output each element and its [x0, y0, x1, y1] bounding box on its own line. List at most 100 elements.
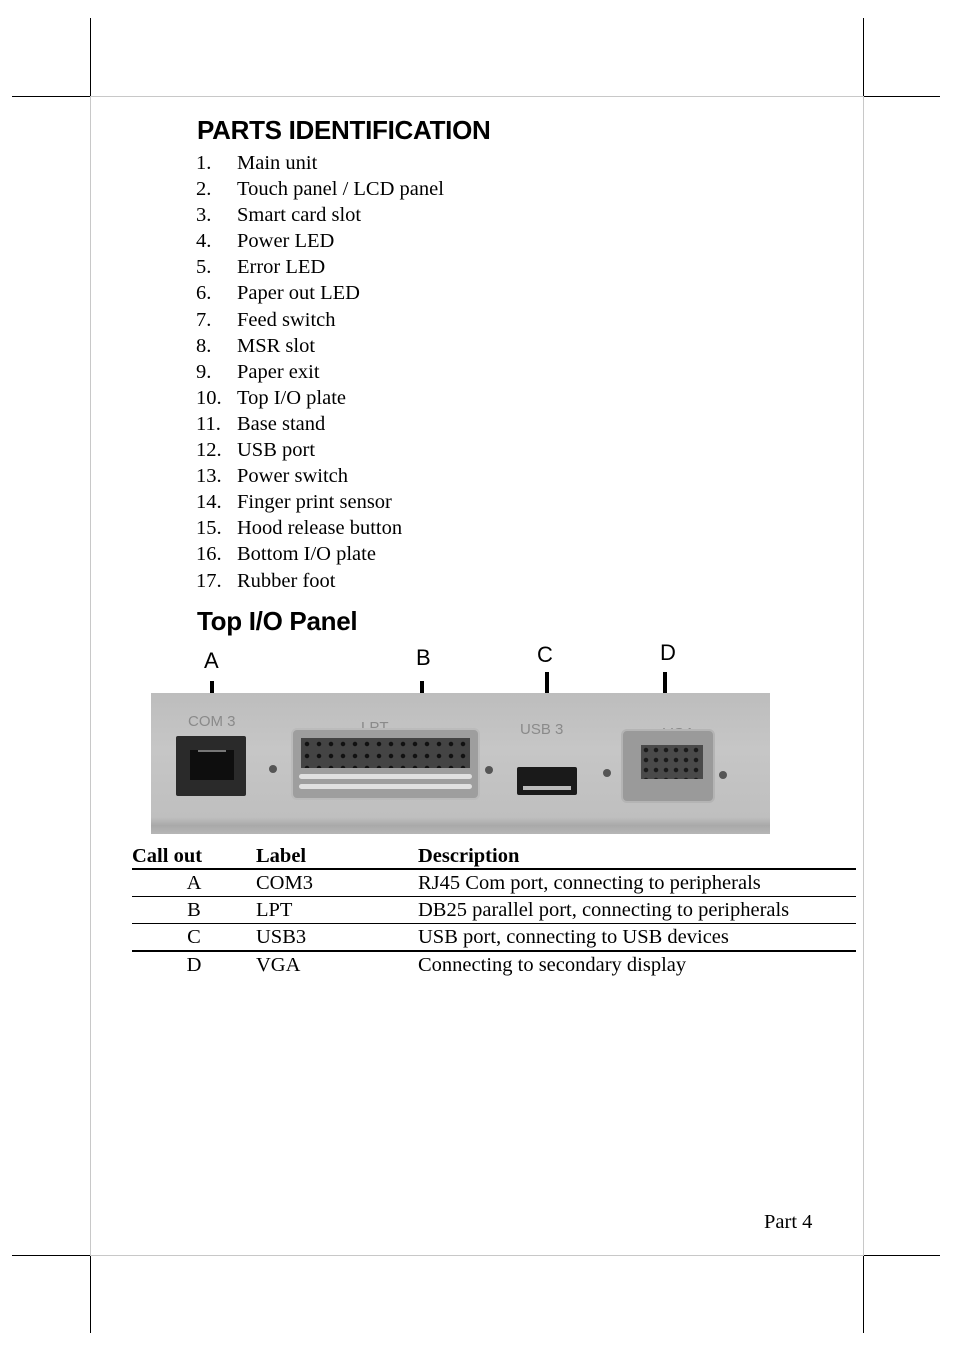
- cell-callout: C: [187, 926, 201, 948]
- db25-rail: [299, 784, 472, 789]
- io-panel-heading: Top I/O Panel: [197, 606, 358, 636]
- list-item-label: Error LED: [237, 256, 326, 279]
- list-item-label: Top I/O plate: [237, 386, 347, 409]
- list-item-label: Rubber foot: [237, 569, 336, 592]
- list-item-label: Bottom I/O plate: [237, 543, 376, 566]
- list-item: 6. Paper out LED: [196, 280, 444, 306]
- list-item-number: 17.: [196, 569, 222, 592]
- list-item: 2. Touch panel / LCD panel: [196, 176, 444, 202]
- list-item-label: Power LED: [237, 230, 335, 253]
- cell-description: USB port, connecting to USB devices: [418, 926, 729, 948]
- screw-icon: [485, 766, 493, 774]
- cell-label: VGA: [256, 954, 301, 976]
- list-item: 11. Base stand: [196, 411, 444, 437]
- list-item: 13. Power switch: [196, 463, 444, 489]
- cell-label: COM3: [256, 872, 313, 894]
- page-border: [90, 96, 864, 97]
- crop-mark: [12, 96, 90, 97]
- callout-d: D: [660, 640, 676, 665]
- list-item-label: Touch panel / LCD panel: [237, 178, 444, 201]
- list-item-label: Paper out LED: [237, 282, 360, 305]
- crop-mark: [864, 1255, 940, 1256]
- cell-label: USB3: [256, 926, 307, 948]
- list-item-number: 8.: [196, 334, 212, 357]
- list-item-number: 11.: [196, 412, 221, 435]
- list-item: 5. Error LED: [196, 254, 444, 280]
- list-item-number: 5.: [196, 256, 212, 279]
- rj45-port-icon: [176, 736, 246, 796]
- page-border: [863, 96, 864, 1256]
- screw-icon: [269, 765, 277, 773]
- list-item: 17. Rubber foot: [196, 568, 444, 594]
- cell-callout: D: [186, 954, 202, 976]
- list-item-number: 14.: [196, 491, 222, 514]
- list-item: 7. Feed switch: [196, 307, 444, 333]
- parts-list: 1. Main unit 2. Touch panel / LCD panel 3. Sm…: [196, 150, 444, 594]
- list-item-label: MSR slot: [237, 334, 316, 357]
- cell-description: RJ45 Com port, connecting to peripherals: [418, 872, 761, 894]
- list-item-number: 4.: [196, 230, 212, 253]
- table-row: B LPT DB25 parallel port, connecting to …: [132, 897, 856, 924]
- cell-description: DB25 parallel port, connecting to periph…: [418, 899, 790, 921]
- photo-label-usb: USB 3: [520, 721, 564, 738]
- table-row: A COM3 RJ45 Com port, connecting to peri…: [132, 869, 856, 897]
- crop-mark: [12, 1255, 90, 1256]
- vga-pins: [641, 745, 703, 779]
- list-item-number: 1.: [196, 152, 212, 174]
- screw-icon: [603, 769, 611, 777]
- photo-label-com: COM 3: [188, 713, 236, 730]
- header-label: Label: [256, 845, 307, 867]
- list-item: 9. Paper exit: [196, 359, 444, 385]
- section-heading: PARTS IDENTIFICATION: [197, 115, 491, 145]
- header-callout: Call out: [132, 845, 203, 867]
- list-item-label: Feed switch: [237, 308, 336, 331]
- crop-mark: [863, 1256, 864, 1333]
- crop-mark: [863, 18, 864, 96]
- list-item-number: 2.: [196, 178, 212, 201]
- list-item-label: USB port: [237, 439, 316, 462]
- list-item-label: Base stand: [237, 412, 326, 435]
- vga-port-icon: [621, 729, 715, 803]
- list-item-label: Hood release button: [237, 517, 403, 540]
- list-item-label: Power switch: [237, 465, 349, 488]
- header-description: Description: [418, 845, 520, 867]
- io-panel-photo: COM 3 LPT USB 3 VGA: [151, 693, 770, 834]
- list-item-label: Paper exit: [237, 360, 320, 383]
- callout-b: B: [416, 645, 431, 670]
- list-item-number: 10.: [196, 386, 222, 409]
- crop-mark: [90, 1256, 91, 1333]
- list-item: 1. Main unit: [196, 150, 444, 176]
- list-item: 15. Hood release button: [196, 515, 444, 541]
- list-item: 3. Smart card slot: [196, 202, 444, 228]
- crop-mark: [864, 96, 940, 97]
- list-item: 4. Power LED: [196, 228, 444, 254]
- page-border: [90, 96, 91, 1256]
- cell-label: LPT: [256, 899, 293, 921]
- list-item: 8. MSR slot: [196, 333, 444, 359]
- table-row: D VGA Connecting to secondary display: [132, 951, 856, 978]
- list-item-label: Finger print sensor: [237, 491, 392, 514]
- list-item: 10. Top I/O plate: [196, 385, 444, 411]
- list-item: 16. Bottom I/O plate: [196, 541, 444, 567]
- list-item-number: 15.: [196, 517, 222, 540]
- callout-a: A: [204, 648, 219, 673]
- list-item-number: 3.: [196, 204, 212, 227]
- usb-port-icon: [517, 767, 577, 795]
- cell-description: Connecting to secondary display: [418, 954, 687, 976]
- list-item-number: 16.: [196, 543, 222, 566]
- page-footer: Part 4: [764, 1211, 813, 1233]
- table-row: C USB3 USB port, connecting to USB devic…: [132, 924, 856, 951]
- page-border: [90, 1255, 864, 1256]
- io-table: Call out Label Description A COM3 RJ45 C…: [132, 840, 856, 978]
- cell-callout: A: [186, 872, 202, 894]
- list-item-number: 13.: [196, 465, 222, 488]
- list-item-number: 9.: [196, 360, 212, 383]
- db25-rail: [299, 774, 472, 779]
- crop-mark: [90, 18, 91, 96]
- list-item: 14. Finger print sensor: [196, 489, 444, 515]
- list-item-number: 12.: [196, 439, 222, 462]
- callout-c: C: [537, 642, 553, 667]
- list-item-label: Smart card slot: [237, 204, 362, 227]
- list-item-label: Main unit: [237, 152, 318, 174]
- table-header-row: Call out Label Description: [132, 840, 856, 869]
